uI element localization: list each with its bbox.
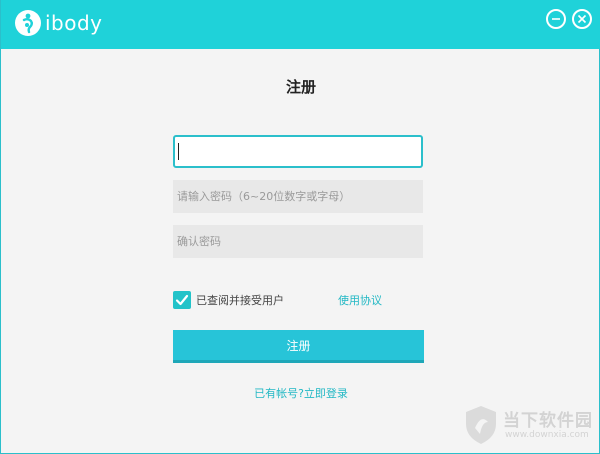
agree-label: 已查阅并接受用户 xyxy=(196,294,284,307)
password-input[interactable] xyxy=(173,180,423,213)
shield-logo-icon xyxy=(466,406,496,444)
watermark-url: www.downxia.com xyxy=(505,430,589,440)
register-button[interactable]: 注册 xyxy=(173,330,424,363)
watermark-text: 当下软件园 xyxy=(503,411,593,431)
confirm-password-input[interactable] xyxy=(173,225,423,258)
agree-checkbox[interactable] xyxy=(173,291,191,309)
page-title: 注册 xyxy=(285,78,316,96)
watermark: 当下软件园 www.downxia.com xyxy=(463,404,593,448)
minimize-button[interactable] xyxy=(546,9,566,29)
app-name: ibody xyxy=(45,11,103,35)
ibody-logo-icon xyxy=(15,10,41,36)
minimize-icon xyxy=(552,18,560,20)
login-link[interactable]: 已有帐号?立即登录 xyxy=(1,385,600,401)
username-input[interactable] xyxy=(173,135,423,168)
title-bar[interactable]: ibody xyxy=(1,0,600,49)
terms-link[interactable]: 使用协议 xyxy=(338,292,382,308)
checkmark-icon xyxy=(175,294,189,306)
app-logo: ibody xyxy=(15,8,103,38)
text-caret xyxy=(178,143,179,160)
agreement-row: 已查阅并接受用户 xyxy=(173,290,284,310)
close-icon xyxy=(577,14,587,24)
register-window: ibody 注册 已查阅并接受用户 使用协议 注册 已有帐号?立即登录 xyxy=(0,0,600,454)
close-button[interactable] xyxy=(572,9,592,29)
